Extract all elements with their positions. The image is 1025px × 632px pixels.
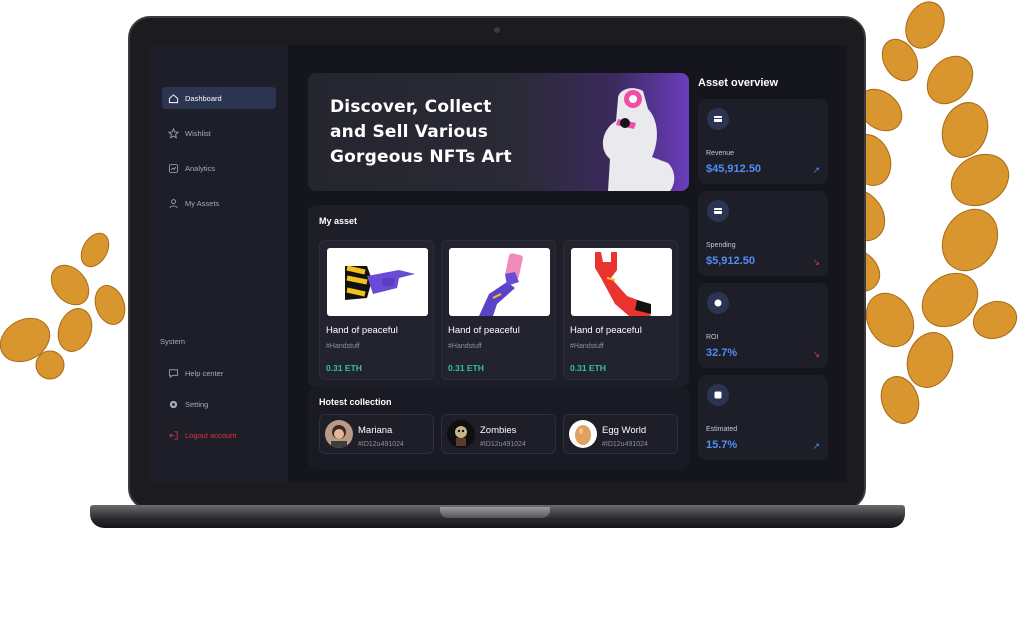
- sidebar-item-label: Help center: [185, 368, 224, 378]
- camera-dot: [494, 27, 500, 33]
- chart-icon: [168, 163, 179, 174]
- stat-card-roi[interactable]: ROI 32.7% ↘: [698, 283, 828, 368]
- main-content: Discover, Collect and Sell Various Gorge…: [288, 45, 847, 482]
- sidebar-item-dashboard[interactable]: Dashboard: [162, 87, 276, 109]
- trend-down-icon: ↘: [812, 257, 820, 267]
- stat-value: $5,912.50: [706, 255, 755, 267]
- collection-id: #ID12u491024: [480, 441, 526, 448]
- avatar: [569, 420, 597, 448]
- avatar: [325, 420, 353, 448]
- collection-name: Mariana: [358, 425, 393, 436]
- stat-label: Estimated: [706, 426, 738, 433]
- wallet-icon: [707, 200, 729, 222]
- avatar: [447, 420, 475, 448]
- my-asset-panel: My asset Hand of peaceful #Handstuff 0.3…: [308, 205, 689, 387]
- collection-name: Egg World: [602, 425, 647, 436]
- nft-card[interactable]: Hand of peaceful #Handstuff 0.31 ETH: [563, 240, 678, 380]
- hero-title-line-2: and Sell Various: [330, 122, 489, 142]
- sidebar-item-label: Setting: [185, 399, 209, 409]
- sidebar-item-my-assets[interactable]: My Assets: [162, 192, 276, 214]
- trend-down-icon: ↘: [812, 349, 820, 359]
- logout-icon: [168, 430, 179, 441]
- stat-value: 15.7%: [706, 439, 738, 451]
- hero-banner: Discover, Collect and Sell Various Gorge…: [308, 73, 689, 191]
- stat-value: 32.7%: [706, 347, 738, 359]
- nft-tag: #Handstuff: [448, 343, 482, 350]
- collection-id: #ID12u491024: [358, 441, 404, 448]
- sidebar-item-label: Wishlist: [185, 128, 211, 138]
- app-screen: Dashboard Wishlist Analytics My Assets S…: [148, 45, 847, 482]
- sidebar: Dashboard Wishlist Analytics My Assets S…: [148, 45, 288, 482]
- sidebar-item-label: Dashboard: [185, 93, 222, 103]
- statue-illustration: [602, 88, 675, 191]
- stat-label: ROI: [706, 334, 719, 341]
- square-icon: [707, 384, 729, 406]
- chat-icon: [168, 368, 179, 379]
- collection-name: Zombies: [480, 425, 517, 436]
- nft-image-hand-phone: [449, 248, 550, 316]
- user-icon: [168, 198, 179, 209]
- nft-price: 0.31 ETH: [326, 363, 362, 373]
- nft-image-hand-pointing: [327, 248, 428, 316]
- circle-icon: [707, 292, 729, 314]
- sidebar-item-label: Logout account: [185, 430, 237, 440]
- home-icon: [168, 93, 179, 104]
- collection-card[interactable]: Mariana #ID12u491024: [319, 414, 434, 454]
- sidebar-item-wishlist[interactable]: Wishlist: [162, 122, 276, 144]
- hotest-collection-title: Hotest collection: [319, 397, 392, 407]
- laptop-notch: [440, 507, 550, 518]
- hero-title-line-1: Discover, Collect: [330, 97, 492, 117]
- nft-tag: #Handstuff: [570, 343, 604, 350]
- nft-price: 0.31 ETH: [448, 363, 484, 373]
- my-asset-title: My asset: [319, 216, 358, 226]
- trend-up-icon: ↗: [812, 165, 820, 175]
- nft-card[interactable]: Hand of peaceful #Handstuff 0.31 ETH: [319, 240, 434, 380]
- stat-card-estimated[interactable]: Estimated 15.7% ↗: [698, 375, 828, 460]
- stat-card-revenue[interactable]: Revenue $45,912.50 ↗: [698, 99, 828, 184]
- wallet-icon: [707, 108, 729, 130]
- hotest-collection-panel: Hotest collection Mariana #ID12u491024 Z…: [308, 387, 689, 469]
- nft-tag: #Handstuff: [326, 343, 360, 350]
- nft-image-hand-rock: [571, 248, 672, 316]
- star-icon: [168, 127, 179, 139]
- hero-title-line-3: Gorgeous NFTs Art: [330, 147, 512, 167]
- system-section-label: System: [160, 337, 186, 346]
- plant-leaves-left: [0, 232, 126, 380]
- collection-card[interactable]: Egg World #ID12u491024: [563, 414, 678, 454]
- stat-label: Revenue: [706, 150, 735, 157]
- nft-price: 0.31 ETH: [570, 363, 606, 373]
- sidebar-item-analytics[interactable]: Analytics: [162, 157, 276, 179]
- sidebar-item-setting[interactable]: Setting: [162, 393, 276, 415]
- sidebar-item-help-center[interactable]: Help center: [162, 362, 276, 384]
- sidebar-item-label: My Assets: [185, 198, 220, 208]
- sidebar-item-logout[interactable]: Logout account: [162, 424, 276, 446]
- asset-overview-title: Asset overview: [698, 77, 779, 89]
- collection-card[interactable]: Zombies #ID12u491024: [441, 414, 556, 454]
- nft-card[interactable]: Hand of peaceful #Handstuff 0.31 ETH: [441, 240, 556, 380]
- stat-label: Spending: [706, 242, 736, 249]
- stat-card-spending[interactable]: Spending $5,912.50 ↘: [698, 191, 828, 276]
- stat-value: $45,912.50: [706, 163, 762, 175]
- collection-id: #ID12u491024: [602, 441, 648, 448]
- nft-name: Hand of peaceful: [326, 325, 398, 336]
- nft-name: Hand of peaceful: [448, 325, 520, 336]
- gear-icon: [168, 399, 179, 410]
- sidebar-item-label: Analytics: [185, 163, 216, 173]
- trend-up-icon: ↗: [812, 441, 820, 451]
- nft-name: Hand of peaceful: [570, 325, 642, 336]
